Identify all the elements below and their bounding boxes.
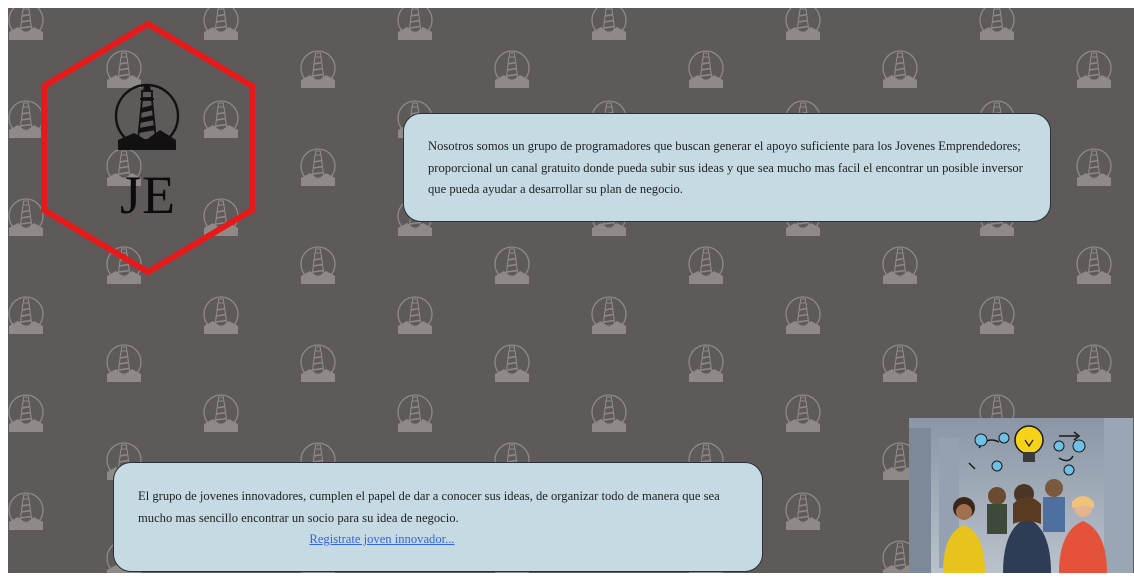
lighthouse-watermark-icon xyxy=(1074,244,1114,288)
lighthouse-watermark-icon xyxy=(880,342,920,386)
lighthouse-watermark-icon xyxy=(977,294,1017,338)
group-text: El grupo de jovenes innovadores, cumplen… xyxy=(138,489,720,525)
lighthouse-watermark-icon xyxy=(298,48,338,92)
lighthouse-watermark-icon xyxy=(589,392,629,436)
lighthouse-watermark-icon xyxy=(783,294,823,338)
lighthouse-watermark-icon xyxy=(8,490,46,534)
lighthouse-watermark-icon xyxy=(880,48,920,92)
lighthouse-watermark-icon xyxy=(395,294,435,338)
lighthouse-watermark-icon xyxy=(298,146,338,190)
lighthouse-watermark-icon xyxy=(492,244,532,288)
lighthouse-watermark-icon xyxy=(686,342,726,386)
lighthouse-watermark-icon xyxy=(298,244,338,288)
lighthouse-watermark-icon xyxy=(104,342,144,386)
lighthouse-watermark-icon xyxy=(686,244,726,288)
site-logo: JE xyxy=(38,20,258,275)
lighthouse-watermark-icon xyxy=(8,392,46,436)
lighthouse-watermark-icon xyxy=(880,244,920,288)
lighthouse-watermark-icon xyxy=(298,342,338,386)
lighthouse-watermark-icon xyxy=(783,490,823,534)
lighthouse-watermark-icon xyxy=(589,8,629,44)
intro-card: Nosotros somos un grupo de programadores… xyxy=(403,113,1051,222)
intro-text: Nosotros somos un grupo de programadores… xyxy=(428,139,1023,196)
lighthouse-watermark-icon xyxy=(686,48,726,92)
group-card: El grupo de jovenes innovadores, cumplen… xyxy=(113,462,763,572)
lighthouse-watermark-icon xyxy=(395,392,435,436)
lighthouse-watermark-icon xyxy=(395,8,435,44)
lighthouse-watermark-icon xyxy=(1074,48,1114,92)
brand-initials: JE xyxy=(120,165,176,225)
lighthouse-watermark-icon xyxy=(492,342,532,386)
lighthouse-watermark-icon xyxy=(1074,146,1114,190)
team-lightbulb-photo xyxy=(909,418,1133,573)
lighthouse-watermark-icon xyxy=(589,294,629,338)
lighthouse-watermark-icon xyxy=(783,8,823,44)
lighthouse-watermark-icon xyxy=(1074,342,1114,386)
lighthouse-watermark-icon xyxy=(977,8,1017,44)
lighthouse-watermark-icon xyxy=(201,294,241,338)
page-canvas: JE Nosotros somos un grupo de programado… xyxy=(8,8,1134,573)
lighthouse-watermark-icon xyxy=(201,392,241,436)
register-link[interactable]: Registrate joven innovador... xyxy=(309,532,454,546)
lighthouse-watermark-icon xyxy=(783,392,823,436)
lighthouse-icon xyxy=(114,78,180,160)
lighthouse-watermark-icon xyxy=(492,48,532,92)
lighthouse-watermark-icon xyxy=(8,294,46,338)
